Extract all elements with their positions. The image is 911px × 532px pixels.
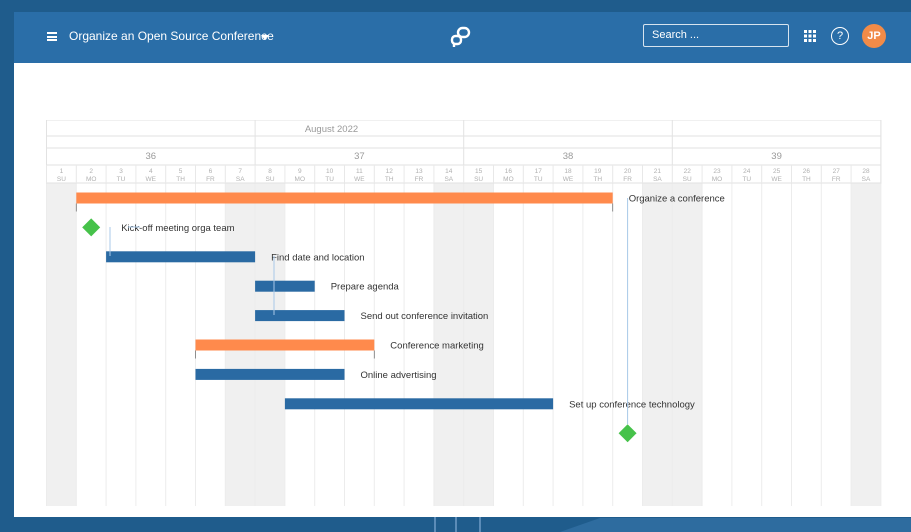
day-number: 4 [149, 168, 153, 175]
day-name: SU [57, 176, 66, 183]
search-box[interactable] [643, 24, 789, 47]
app-window: Organize an Open Source Conference ? JP … [14, 12, 911, 517]
grid-apps-icon[interactable] [804, 30, 816, 42]
day-name: MO [86, 176, 96, 183]
day-number: 25 [773, 168, 781, 175]
bar-label: Find date and location [271, 252, 364, 263]
week-number: 38 [563, 151, 574, 162]
day-name: SA [236, 176, 245, 183]
day-number: 1 [60, 168, 64, 175]
milestone-label: Kick-off meeting orga team [121, 223, 234, 234]
gantt-chart: August 202236 37 38 391SU2MO3TU4WE5TH6FR7SA… [46, 120, 882, 506]
day-name: WE [563, 176, 574, 183]
weekend-column [672, 183, 703, 506]
work-package-bar [255, 310, 345, 322]
weekend-column [642, 183, 673, 506]
day-number: 10 [326, 168, 334, 175]
day-name: TU [325, 176, 334, 183]
day-name: TU [117, 176, 126, 183]
openproject-logo[interactable] [449, 26, 473, 48]
milestone-diamond [82, 218, 101, 237]
day-name: FR [206, 176, 215, 183]
bar-label: Prepare agenda [331, 282, 400, 293]
day-number: 23 [713, 168, 721, 175]
day-name: SU [683, 176, 692, 183]
weekend-column [851, 183, 881, 506]
day-number: 9 [298, 168, 302, 175]
day-name: MO [712, 176, 722, 183]
day-number: 17 [535, 168, 543, 175]
day-name: TU [534, 176, 543, 183]
work-package-bar [284, 398, 554, 410]
day-number: 15 [475, 168, 483, 175]
weekend-column [46, 183, 77, 506]
day-name: SA [444, 176, 453, 183]
day-number: 28 [862, 168, 870, 175]
day-number: 12 [386, 168, 394, 175]
bar-label: Set up conference technology [569, 399, 695, 410]
day-number: 11 [356, 168, 363, 175]
day-name: WE [771, 176, 782, 183]
project-selector[interactable]: Organize an Open Source Conference [69, 29, 274, 43]
day-number: 18 [564, 168, 572, 175]
milestone-diamond [618, 424, 637, 443]
day-number: 5 [179, 168, 183, 175]
day-number: 22 [684, 168, 692, 175]
day-name: TH [176, 176, 185, 183]
top-navigation-bar: Organize an Open Source Conference ? JP [14, 12, 911, 63]
day-number: 6 [209, 168, 213, 175]
day-number: 7 [238, 168, 242, 175]
day-number: 26 [803, 168, 811, 175]
bar-label: Send out conference invitation [361, 311, 489, 322]
day-name: TH [802, 176, 811, 183]
work-package-bar [106, 251, 256, 263]
week-number: 37 [354, 151, 365, 162]
day-number: 19 [594, 168, 602, 175]
day-name: MO [503, 176, 513, 183]
help-icon[interactable]: ? [831, 27, 849, 45]
day-number: 20 [624, 168, 632, 175]
day-name: WE [146, 176, 157, 183]
day-name: FR [623, 176, 632, 183]
phase-bar [76, 192, 613, 204]
day-name: TH [593, 176, 602, 183]
day-number: 24 [743, 168, 751, 175]
day-name: TH [385, 176, 394, 183]
day-name: FR [415, 176, 424, 183]
bar-label: Conference marketing [390, 341, 483, 352]
week-number: 36 [146, 151, 157, 162]
day-number: 14 [445, 168, 453, 175]
bar-label: Organize a conference [629, 194, 725, 205]
work-package-bar [255, 280, 315, 292]
phase-bar [195, 339, 375, 351]
bar-label: Online advertising [361, 370, 437, 381]
user-avatar[interactable]: JP [862, 24, 886, 48]
day-name: SA [653, 176, 662, 183]
day-number: 13 [415, 168, 423, 175]
day-name: MO [295, 176, 305, 183]
day-number: 8 [268, 168, 272, 175]
work-package-bar [195, 368, 345, 380]
day-number: 16 [505, 168, 513, 175]
search-input[interactable] [644, 25, 788, 45]
day-number: 21 [654, 168, 662, 175]
chevron-down-icon[interactable] [261, 35, 269, 40]
day-number: 2 [89, 168, 93, 175]
menu-icon[interactable] [47, 32, 57, 41]
day-number: 3 [119, 168, 123, 175]
week-number: 39 [771, 151, 782, 162]
day-name: SU [474, 176, 483, 183]
day-name: TU [742, 176, 751, 183]
day-number: 27 [833, 168, 841, 175]
month-label: August 2022 [305, 124, 358, 135]
day-name: SA [862, 176, 871, 183]
day-name: FR [832, 176, 841, 183]
day-name: WE [354, 176, 365, 183]
day-name: SU [265, 176, 274, 183]
